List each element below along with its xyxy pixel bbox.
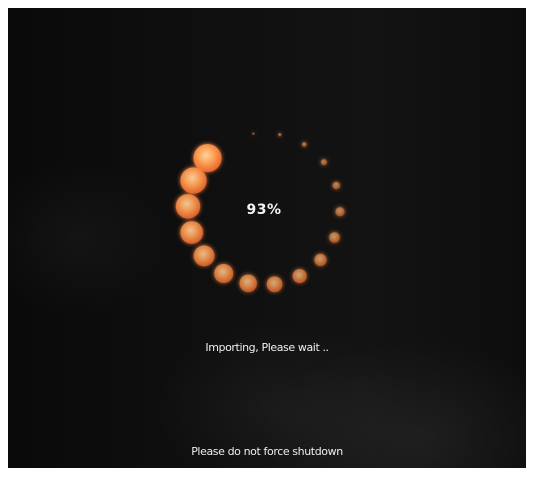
import-screen: 93% Importing, Please wait .. Please do … — [8, 8, 526, 468]
spinner-dot — [292, 269, 307, 284]
progress-percent: 93% — [246, 202, 282, 218]
progress-spinner — [175, 132, 345, 293]
spinner-dot — [266, 276, 283, 293]
spinner-dot — [329, 232, 340, 243]
spinner-dot — [180, 221, 203, 244]
spinner-dot — [239, 274, 257, 292]
spinner-dot — [193, 144, 222, 173]
spinner-dot — [252, 132, 255, 135]
spinner-dot — [180, 167, 207, 194]
spinner-dot — [301, 142, 307, 147]
spinner-dot — [175, 194, 201, 219]
spinner-dot — [214, 264, 234, 283]
shutdown-warning: Please do not force shutdown — [191, 445, 343, 458]
spinner-dot — [193, 245, 215, 267]
status-message: Importing, Please wait .. — [205, 341, 329, 354]
spinner-dot — [335, 207, 345, 217]
spinner-dot — [314, 253, 327, 266]
spinner-dot — [278, 133, 282, 137]
spinner-dot — [332, 181, 341, 190]
spinner-dot — [320, 159, 327, 166]
